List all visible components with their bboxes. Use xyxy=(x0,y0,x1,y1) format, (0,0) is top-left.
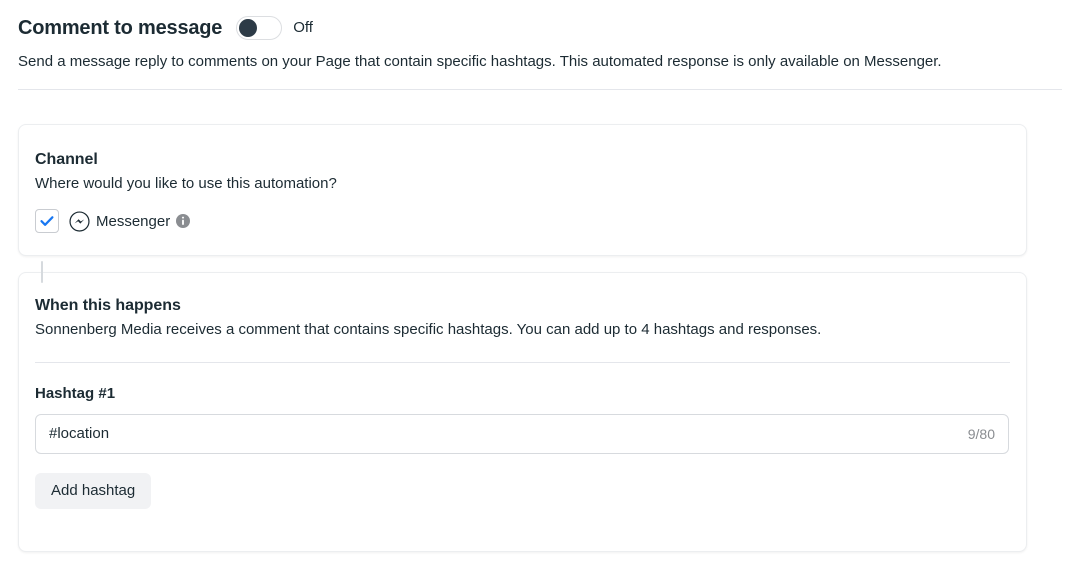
channel-card: Channel Where would you like to use this… xyxy=(18,124,1027,256)
messenger-label: Messenger xyxy=(96,211,170,232)
hashtag-input[interactable]: #location 9/80 xyxy=(35,414,1009,454)
automation-content: Channel Where would you like to use this… xyxy=(0,124,1080,552)
channel-card-inner: Channel Where would you like to use this… xyxy=(19,149,1026,233)
check-icon xyxy=(39,213,55,229)
automation-cards: Channel Where would you like to use this… xyxy=(18,124,1027,552)
info-icon[interactable] xyxy=(176,214,190,228)
toggle-state-label: Off xyxy=(293,18,313,38)
toggle-knob xyxy=(239,19,257,37)
channel-card-title: Channel xyxy=(35,149,1010,170)
card-connector-line xyxy=(41,261,43,283)
page-header-row: Comment to message Off xyxy=(18,14,1062,42)
messenger-icon xyxy=(69,211,90,232)
hashtag-char-counter: 9/80 xyxy=(968,424,995,444)
header-divider xyxy=(18,89,1062,90)
trigger-card-title: When this happens xyxy=(35,295,1010,316)
messenger-checkbox[interactable] xyxy=(35,209,59,233)
channel-option-messenger[interactable]: Messenger xyxy=(35,209,1010,233)
hashtag-field-label: Hashtag #1 xyxy=(35,384,1010,404)
page-header: Comment to message Off Send a message re… xyxy=(0,0,1080,90)
trigger-card-header: When this happens Sonnenberg Media recei… xyxy=(19,295,1026,340)
page-title: Comment to message xyxy=(18,15,222,41)
trigger-card: When this happens Sonnenberg Media recei… xyxy=(18,272,1027,552)
messenger-label-group: Messenger xyxy=(69,211,190,232)
hashtag-section: Hashtag #1 #location 9/80 Add hashtag xyxy=(19,384,1026,509)
hashtag-input-value[interactable]: #location xyxy=(49,424,968,444)
trigger-card-subtitle: Sonnenberg Media receives a comment that… xyxy=(35,319,1010,340)
add-hashtag-button[interactable]: Add hashtag xyxy=(35,473,151,509)
automation-toggle[interactable] xyxy=(236,16,282,40)
trigger-card-divider xyxy=(35,362,1010,363)
page-description: Send a message reply to comments on your… xyxy=(18,51,1062,72)
automation-toggle-group: Off xyxy=(236,16,313,40)
channel-card-subtitle: Where would you like to use this automat… xyxy=(35,173,1010,194)
